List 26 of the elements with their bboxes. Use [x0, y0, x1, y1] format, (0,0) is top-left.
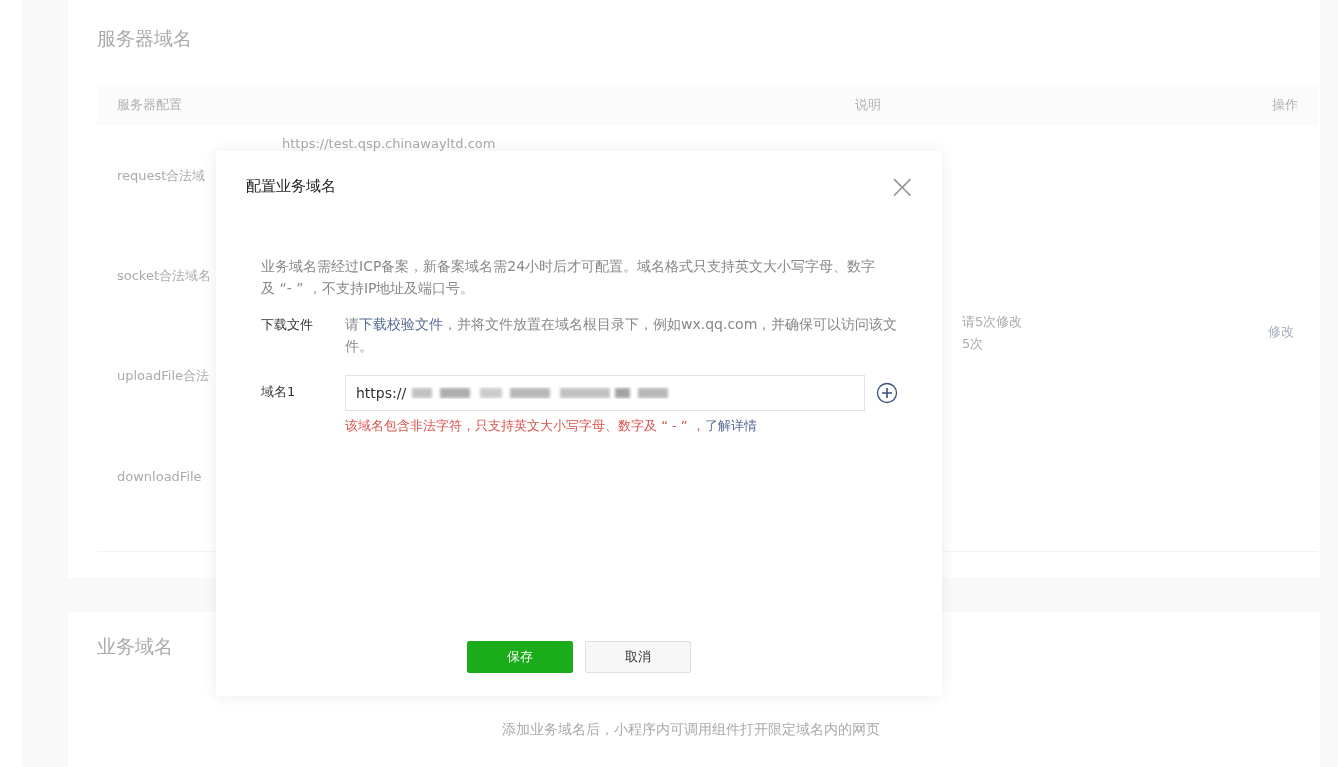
download-link[interactable]: 下载校验文件 — [359, 316, 443, 332]
table-cell: 请5次修改 — [962, 312, 1023, 331]
field-label: 域名1 — [261, 383, 297, 401]
column-header: 操作 — [1272, 96, 1298, 114]
download-instructions: 请下载校验文件，并将文件放置在域名根目录下，例如wx.qq.com，并确保可以访问该文件。 — [345, 315, 899, 356]
notice-text: 业务域名需经过ICP备案，新备案域名需24小时后才可配置。域名格式只支持英文大小写字母、数字及 “- ” ，不支持IP地址及端口号。 — [261, 257, 877, 298]
column-header: 服务器配置 — [117, 96, 183, 114]
section-title: 业务域名 — [97, 634, 173, 659]
table-cell: downloadFile — [117, 468, 202, 484]
field-label: 下载文件 — [261, 316, 314, 334]
add-icon[interactable] — [876, 382, 898, 404]
error-message: 该域名包含非法字符，只支持英文大小写字母、数字及 “ - ” ，了解详情 — [345, 417, 757, 435]
column-header: 说明 — [855, 96, 882, 114]
table-cell: https://test.qsp.chinawayltd.com — [282, 136, 496, 151]
save-button[interactable]: 保存 — [467, 641, 573, 673]
table-cell: uploadFile合法 — [117, 367, 210, 385]
section-title: 服务器域名 — [97, 26, 192, 51]
dialog-title: 配置业务域名 — [246, 176, 336, 196]
table-cell: socket合法域名 — [117, 267, 212, 285]
section-description: 添加业务域名后，小程序内可调用组件打开限定域名内的网页 — [502, 721, 880, 739]
details-link[interactable]: 了解详情 — [704, 418, 757, 433]
close-button[interactable]: × — [888, 169, 916, 203]
domain-input-field[interactable]: https:// — [345, 375, 865, 411]
table-cell: request合法域 — [117, 167, 206, 185]
cancel-button[interactable]: 取消 — [585, 641, 691, 673]
table-cell: 5次 — [962, 334, 984, 353]
